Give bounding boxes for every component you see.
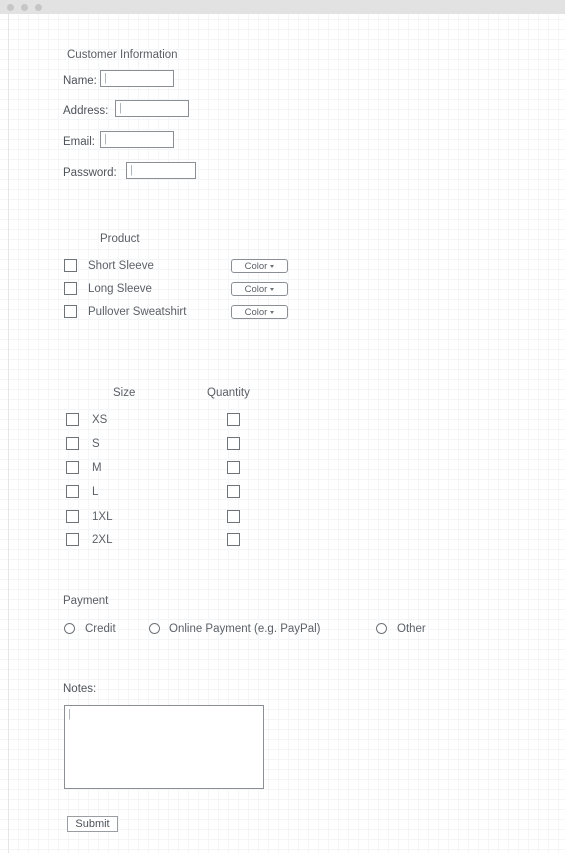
payment-radio-other[interactable] (376, 623, 387, 634)
color-dropdown-label-short-sleeve: Color (244, 260, 268, 272)
product-label-long-sleeve: Long Sleeve (88, 283, 152, 295)
color-dropdown-label-long-sleeve: Color (244, 283, 268, 295)
payment-label-credit: Credit (85, 623, 116, 635)
canvas-left-edge (8, 14, 9, 853)
product-checkbox-short-sleeve[interactable] (64, 259, 77, 272)
payment-radio-online-payment[interactable] (149, 623, 160, 634)
chevron-down-icon (270, 310, 275, 314)
customer-information-heading: Customer Information (67, 49, 178, 61)
quantity-input-m[interactable] (227, 461, 240, 474)
notes-textarea[interactable]: | (64, 705, 264, 789)
product-label-pullover-sweatshirt: Pullover Sweatshirt (88, 306, 187, 318)
quantity-column-heading: Quantity (207, 387, 250, 399)
quantity-input-1xl[interactable] (227, 510, 240, 523)
quantity-input-2xl[interactable] (227, 533, 240, 546)
size-checkbox-1xl[interactable] (66, 510, 79, 523)
window-maximize-dot[interactable] (35, 3, 42, 11)
product-heading: Product (100, 233, 140, 245)
window-minimize-dot[interactable] (21, 3, 28, 11)
size-checkbox-2xl[interactable] (66, 533, 79, 546)
size-column-heading: Size (113, 387, 136, 399)
address-input-value: | (119, 102, 122, 114)
product-checkbox-long-sleeve[interactable] (64, 282, 77, 295)
payment-radio-credit[interactable] (64, 623, 75, 634)
wireframe-canvas: Customer Information Name: | Address: | … (0, 14, 565, 853)
size-label-xs: XS (92, 414, 108, 426)
password-input[interactable]: | (126, 162, 196, 179)
size-label-l: L (92, 486, 99, 498)
size-checkbox-l[interactable] (66, 485, 79, 498)
name-input-value: | (104, 72, 107, 84)
email-input[interactable]: | (100, 131, 174, 148)
color-dropdown-short-sleeve[interactable]: Color (231, 259, 288, 273)
password-label: Password: (63, 167, 117, 179)
color-dropdown-pullover-sweatshirt[interactable]: Color (231, 305, 288, 319)
submit-button-label: Submit (75, 818, 110, 830)
quantity-input-s[interactable] (227, 437, 240, 450)
address-label: Address: (63, 105, 109, 117)
email-input-value: | (104, 133, 107, 145)
submit-button[interactable]: Submit (67, 816, 118, 832)
email-label: Email: (63, 136, 95, 148)
chevron-down-icon (270, 287, 275, 291)
password-input-value: | (130, 164, 133, 176)
notes-label: Notes: (63, 683, 97, 695)
name-input[interactable]: | (100, 70, 174, 87)
window-titlebar (0, 0, 565, 14)
size-label-1xl: 1XL (92, 511, 113, 523)
color-dropdown-long-sleeve[interactable]: Color (231, 282, 288, 296)
size-label-m: M (92, 462, 102, 474)
wireframe-mockup-window: Customer Information Name: | Address: | … (0, 0, 565, 853)
size-label-s: S (92, 438, 100, 450)
address-input[interactable]: | (115, 100, 189, 117)
size-checkbox-m[interactable] (66, 461, 79, 474)
size-label-2xl: 2XL (92, 534, 113, 546)
size-checkbox-s[interactable] (66, 437, 79, 450)
chevron-down-icon (270, 264, 275, 268)
size-checkbox-xs[interactable] (66, 413, 79, 426)
quantity-input-xs[interactable] (227, 413, 240, 426)
payment-heading: Payment (63, 595, 109, 607)
color-dropdown-label-pullover-sweatshirt: Color (244, 306, 268, 318)
quantity-input-l[interactable] (227, 485, 240, 498)
product-checkbox-pullover-sweatshirt[interactable] (64, 305, 77, 318)
notes-textarea-value: | (68, 708, 71, 720)
name-label: Name: (63, 75, 97, 87)
window-close-dot[interactable] (7, 3, 14, 11)
payment-label-online-payment: Online Payment (e.g. PayPal) (169, 623, 321, 635)
payment-label-other: Other (397, 623, 426, 635)
product-label-short-sleeve: Short Sleeve (88, 260, 154, 272)
